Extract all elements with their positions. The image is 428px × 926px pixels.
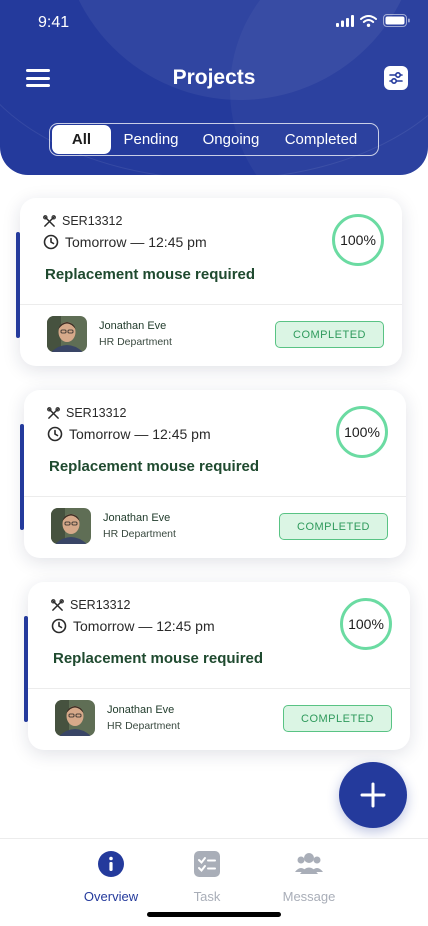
tools-icon	[47, 406, 60, 419]
status-filter-tabs: All Pending Ongoing Completed	[49, 123, 379, 156]
tab-ongoing[interactable]: Ongoing	[187, 125, 275, 154]
avatar	[47, 316, 87, 352]
clock-icon	[51, 618, 67, 634]
progress-ring: 100%	[332, 214, 384, 266]
app-header: 9:41 Projects All Pending Ongoing Comple…	[0, 0, 428, 175]
ticket-id: SER13312	[62, 214, 123, 228]
due-time: Tomorrow — 12:45 pm	[69, 426, 211, 442]
divider	[20, 304, 402, 305]
nav-overview[interactable]: Overview	[66, 850, 156, 904]
home-indicator	[147, 912, 281, 917]
ticket-id: SER13312	[70, 598, 131, 612]
progress-ring: 100%	[340, 598, 392, 650]
task-title: Replacement mouse required	[49, 458, 260, 475]
task-card[interactable]: SER13312 Tomorrow — 12:45 pm Replacement…	[16, 198, 402, 366]
divider	[24, 496, 406, 497]
card-accent-bar	[20, 424, 24, 530]
progress-ring: 100%	[336, 406, 388, 458]
avatar	[51, 508, 91, 544]
info-icon	[98, 851, 124, 877]
battery-icon	[383, 14, 410, 27]
tab-all[interactable]: All	[52, 125, 111, 154]
assignee-name: Jonathan Eve	[99, 320, 167, 332]
ticket-id: SER13312	[66, 406, 127, 420]
status-icons	[336, 14, 410, 27]
nav-label: Overview	[83, 889, 139, 904]
signal-icon	[336, 14, 354, 27]
task-title: Replacement mouse required	[45, 266, 256, 283]
checklist-icon	[194, 851, 220, 877]
task-card[interactable]: SER13312 Tomorrow — 12:45 pm Replacement…	[20, 390, 406, 558]
divider	[28, 688, 410, 689]
task-title: Replacement mouse required	[53, 650, 264, 667]
add-project-button[interactable]	[339, 762, 407, 828]
nav-label: Message	[282, 889, 336, 904]
plus-icon	[360, 782, 386, 808]
due-time: Tomorrow — 12:45 pm	[65, 234, 207, 250]
filter-settings-icon[interactable]	[384, 66, 408, 90]
tab-completed[interactable]: Completed	[275, 125, 367, 154]
due-time: Tomorrow — 12:45 pm	[73, 618, 215, 634]
status-badge: COMPLETED	[283, 705, 392, 732]
wifi-icon	[360, 14, 377, 27]
status-time: 9:41	[38, 14, 70, 31]
card-accent-bar	[24, 616, 28, 722]
status-badge: COMPLETED	[279, 513, 388, 540]
clock-icon	[47, 426, 63, 442]
nav-task[interactable]: Task	[162, 850, 252, 904]
clock-icon	[43, 234, 59, 250]
assignee-department: HR Department	[103, 528, 176, 540]
assignee-department: HR Department	[107, 720, 180, 732]
tools-icon	[43, 214, 56, 227]
assignee-name: Jonathan Eve	[103, 512, 171, 524]
people-icon	[295, 853, 323, 874]
nav-message[interactable]: Message	[264, 850, 354, 904]
tab-pending[interactable]: Pending	[115, 125, 187, 154]
nav-label: Task	[193, 889, 221, 904]
status-badge: COMPLETED	[275, 321, 384, 348]
assignee-name: Jonathan Eve	[107, 704, 175, 716]
page-title: Projects	[172, 66, 256, 89]
tools-icon	[51, 598, 64, 611]
task-card[interactable]: SER13312 Tomorrow — 12:45 pm Replacement…	[24, 582, 410, 750]
avatar	[55, 700, 95, 736]
assignee-department: HR Department	[99, 336, 172, 348]
card-accent-bar	[16, 232, 20, 338]
